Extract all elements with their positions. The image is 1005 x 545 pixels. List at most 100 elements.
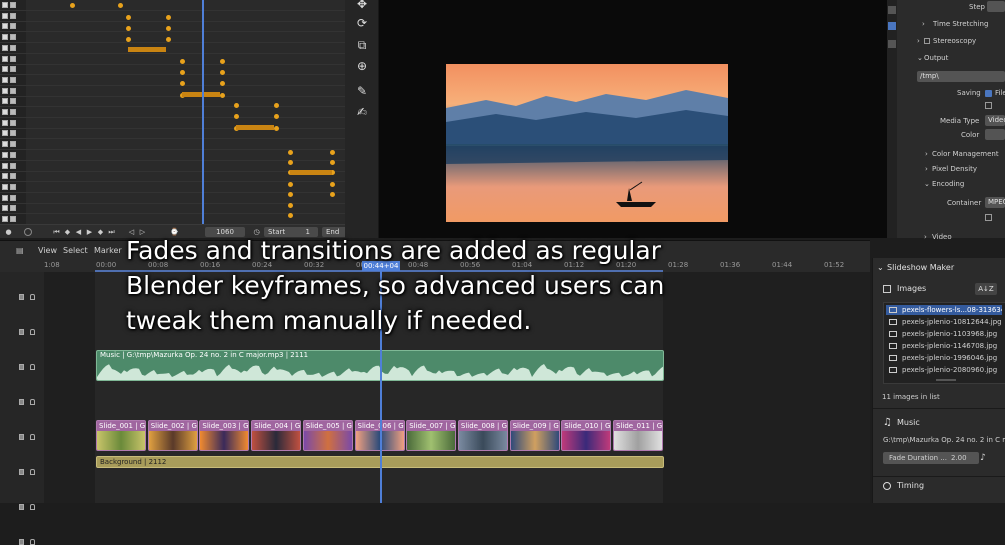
visibility-checkbox[interactable] [2,76,8,83]
keyframe[interactable] [126,37,131,42]
lock-icon[interactable] [18,173,24,179]
keyframe[interactable] [220,70,225,75]
lock-icon[interactable] [18,205,24,211]
keyframe[interactable] [234,103,239,108]
channel-checkbox[interactable] [10,162,16,169]
visibility-checkbox[interactable] [2,109,8,115]
visibility-checkbox[interactable] [2,44,8,51]
visibility-checkbox[interactable] [2,173,8,180]
menu-marker[interactable]: Marker [94,246,122,255]
sort-az-icon[interactable]: A↓Z [975,283,997,295]
keyframe[interactable] [274,103,279,108]
channel-mute-icon[interactable] [19,469,24,475]
keyframe[interactable] [220,93,225,98]
visibility-checkbox[interactable] [2,151,8,158]
channel-checkbox[interactable] [10,130,16,137]
keyframe[interactable] [180,70,185,75]
lock-icon[interactable] [18,45,24,51]
output-section[interactable]: ⌄ Output [887,51,1005,65]
lock-icon[interactable] [18,2,24,8]
stereoscopy-section[interactable]: › Stereoscopy [887,34,1005,48]
visibility-checkbox[interactable] [2,34,8,41]
channel-row[interactable] [0,75,345,86]
container-field[interactable]: MPEG [985,197,1005,208]
channel-checkbox[interactable] [10,34,16,41]
lock-icon[interactable] [18,77,24,83]
list-item[interactable]: pexels-flowers-ls...08-313634 [886,305,1002,315]
slide-strip[interactable]: Slide_001 | G [96,420,146,451]
keyframe[interactable] [288,192,293,197]
lock-icon[interactable] [18,56,24,62]
encoding-section[interactable]: ⌄ Encoding [887,177,1005,191]
autosplit-checkbox[interactable] [985,214,992,221]
keyframe[interactable] [166,37,171,42]
lock-icon[interactable] [18,195,24,201]
channel-mute-icon[interactable] [19,364,24,370]
saving-checkbox[interactable] [985,90,992,97]
keyframe[interactable] [288,160,293,165]
channel-lock-icon[interactable] [30,294,35,300]
slide-strip[interactable]: Slide_002 | G [147,420,198,451]
lock-icon[interactable] [18,23,24,29]
list-item[interactable]: pexels-jplenio-1996046.jpg [886,353,1002,363]
channel-checkbox[interactable] [10,205,16,212]
keyframe-hold-bar[interactable] [236,125,274,130]
list-item[interactable]: pexels-jplenio-1146708.jpg [886,341,1002,351]
channel-row[interactable] [0,107,345,118]
record-icon[interactable]: ● [4,228,13,236]
visibility-checkbox[interactable] [2,183,8,190]
channel-lock-icon[interactable] [30,364,35,370]
channel-mute-icon[interactable] [19,329,24,335]
visibility-checkbox[interactable] [2,98,8,105]
menu-view[interactable]: View [38,246,57,255]
list-resize-handle[interactable] [936,379,956,381]
keyframe[interactable] [274,126,279,131]
list-item[interactable]: pexels-jplenio-2080960.jpg [886,365,1002,375]
channel-checkbox[interactable] [10,194,16,201]
list-item[interactable]: pexels-jplenio-1103968.jpg [886,329,1002,339]
visibility-checkbox[interactable] [2,119,8,126]
channel-mute-icon[interactable] [19,504,24,510]
channel-row[interactable] [0,150,345,161]
channel-checkbox[interactable] [10,55,16,62]
channel-checkbox[interactable] [10,151,16,158]
channel-row[interactable] [0,54,345,65]
keyframe[interactable] [180,81,185,86]
music-header[interactable]: ♫ Music [873,415,1005,431]
next-keyframe-icon[interactable]: ◆ [96,228,105,236]
dopesheet-playhead[interactable] [202,0,204,238]
step-field[interactable] [987,1,1005,12]
lock-icon[interactable] [18,98,24,104]
channel-checkbox[interactable] [10,173,16,180]
channel-checkbox[interactable] [10,216,16,222]
slide-strip[interactable]: Slide_011 | G [613,420,663,451]
channel-lock-icon[interactable] [30,399,35,405]
channel-checkbox[interactable] [10,141,16,148]
lock-icon[interactable] [18,152,24,158]
channel-checkbox[interactable] [10,183,16,190]
keyframe[interactable] [274,114,279,119]
visibility-checkbox[interactable] [2,23,8,30]
output-path-field[interactable]: /tmp\ [917,71,1005,82]
dopesheet-editor[interactable]: ● ⏮ ◆ ◀ ▶ ◆ ⏭ ◁ ▷ ⌚ 1060 ◷ Start 1 End [0,0,345,238]
keyframe[interactable] [126,26,131,31]
keyframe-hold-bar[interactable] [128,47,166,52]
lock-icon[interactable] [18,66,24,72]
video-section[interactable]: › Video [887,230,1005,244]
lock-icon[interactable] [18,216,24,222]
cache-checkbox[interactable] [985,102,992,109]
visibility-checkbox[interactable] [2,87,8,94]
slide-strip[interactable]: Slide_005 | G [302,420,353,451]
slide-strip[interactable]: Slide_004 | G [251,420,302,451]
keyframe-hold-bar[interactable] [290,170,332,175]
channel-mute-icon[interactable] [19,399,24,405]
lock-icon[interactable] [18,141,24,147]
channel-checkbox[interactable] [10,109,16,115]
prev-keyframe-icon[interactable]: ◆ [63,228,72,236]
keyframe[interactable] [288,213,293,218]
jump-start-icon[interactable]: ⏮ [52,228,61,236]
keyframe[interactable] [330,192,335,197]
channel-row[interactable] [0,32,345,44]
color-field[interactable] [985,129,1005,140]
slide-strip[interactable]: Slide_003 | G [199,420,250,451]
